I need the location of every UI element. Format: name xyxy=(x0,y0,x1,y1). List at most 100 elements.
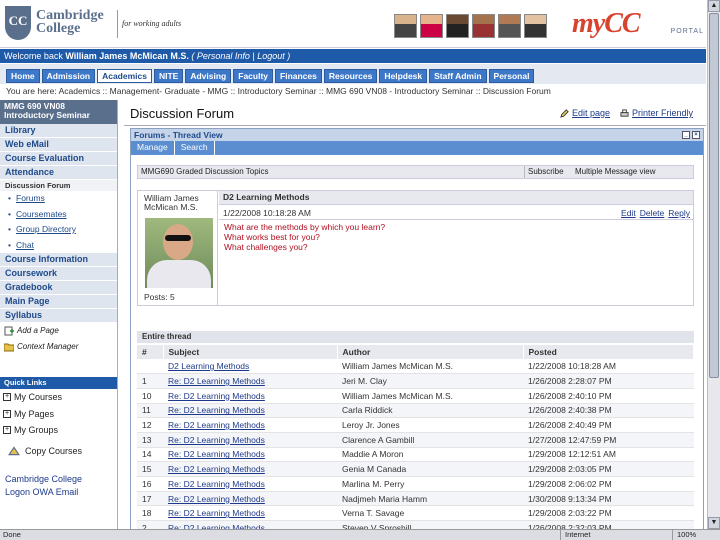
sidebar-sub-label: Chat xyxy=(16,239,34,250)
tab-home[interactable]: Home xyxy=(6,69,40,83)
header-photo xyxy=(420,14,443,38)
table-row[interactable]: 12 Re: D2 Learning Methods Leroy Jr. Jones… xyxy=(137,417,694,433)
tab-finances[interactable]: Finances xyxy=(275,69,322,83)
row-subject[interactable]: Re: D2 Learning Methods xyxy=(163,373,337,389)
quick-link-label: My Groups xyxy=(14,425,59,436)
sidebar-sub-group-directory[interactable]: • Group Directory xyxy=(0,222,117,238)
tab-admission[interactable]: Admission xyxy=(41,69,96,83)
sidebar-sub-label: Forums xyxy=(16,193,45,203)
tab-faculty[interactable]: Faculty xyxy=(233,69,274,83)
sidebar-link-syllabus[interactable]: Syllabus xyxy=(0,309,117,323)
table-row[interactable]: 18 Re: D2 Learning Methods Verna T. Savage… xyxy=(137,505,694,522)
sidebar-link-course-evaluation[interactable]: Course Evaluation xyxy=(0,152,117,166)
subnav-manage[interactable]: Manage xyxy=(131,141,175,155)
sidebar-link-main-page[interactable]: Main Page xyxy=(0,295,117,309)
thread-table: # Subject Author Posted D2 Learning Meth… xyxy=(137,345,694,529)
sidebar-link-coursework[interactable]: Coursework xyxy=(0,267,117,281)
welcome-prefix: Welcome back xyxy=(4,51,63,61)
course-title: MMG 690 VN08 Introductory Seminar xyxy=(0,100,117,124)
expand-plus-icon[interactable]: + xyxy=(3,409,11,418)
add-page-icon xyxy=(4,326,14,336)
post-delete-link[interactable]: Delete xyxy=(640,207,665,219)
post-author-name[interactable]: William James McMican M.S. xyxy=(144,194,216,212)
mycc-portal-logo[interactable]: myCC PORTAL xyxy=(572,8,704,42)
topics-title[interactable]: MMG690 Graded Discussion Topics xyxy=(141,166,268,178)
tab-resources[interactable]: Resources xyxy=(323,69,378,83)
add-page-tool[interactable]: Add a Page xyxy=(0,323,117,339)
panel-minimize-icon[interactable]: _ xyxy=(682,131,690,139)
scroll-up-arrow-icon[interactable]: ▲ xyxy=(708,0,720,12)
sidebar-link-gradebook[interactable]: Gradebook xyxy=(0,281,117,295)
sidebar-sub-coursemates[interactable]: • Coursemates xyxy=(0,207,117,223)
user-name: William James McMican M.S. xyxy=(65,51,189,61)
sidebar-link-course-information[interactable]: Course Information xyxy=(0,253,117,267)
post-edit-link[interactable]: Edit xyxy=(621,207,636,219)
col-subject: Subject xyxy=(163,345,338,359)
zoom-level[interactable]: 100% xyxy=(672,530,696,540)
row-author: Genia M Canada xyxy=(337,461,523,477)
subscribe-link[interactable]: Subscribe xyxy=(524,166,564,178)
scroll-down-arrow-icon[interactable]: ▼ xyxy=(708,517,720,529)
quick-link-my-groups[interactable]: + My Groups xyxy=(0,422,117,439)
breadcrumb[interactable]: You are here: Academics :: Management- G… xyxy=(6,86,551,96)
multiple-message-view-link[interactable]: Multiple Message view xyxy=(575,166,655,178)
row-subject[interactable]: D2 Learning Methods xyxy=(163,359,337,375)
row-posted: 1/29/2008 12:12:51 AM xyxy=(523,447,694,463)
tab-helpdesk[interactable]: Helpdesk xyxy=(379,69,428,83)
edit-page-link[interactable]: Edit page xyxy=(560,108,610,118)
college-logo-text[interactable]: Cambridge College xyxy=(36,9,116,36)
college-logo-shield-icon[interactable]: CC xyxy=(5,6,31,40)
printer-friendly-link[interactable]: Printer Friendly xyxy=(620,108,693,118)
context-manager-tool[interactable]: Context Manager xyxy=(0,339,117,355)
table-row[interactable]: 13 Re: D2 Learning Methods Clarence A Gamb… xyxy=(137,432,694,448)
mycc-logo-text: myCC xyxy=(572,8,641,39)
table-row[interactable]: 16 Re: D2 Learning Methods Marlina M. Perr… xyxy=(137,476,694,492)
row-number: 16 xyxy=(137,476,163,492)
row-subject[interactable]: Re: D2 Learning Methods xyxy=(163,388,337,404)
sidebar-link-web-email[interactable]: Web eMail xyxy=(0,138,117,152)
table-row[interactable]: 15 Re: D2 Learning Methods Genia M Canada 1… xyxy=(137,461,694,477)
row-subject[interactable]: Re: D2 Learning Methods xyxy=(163,417,337,433)
scroll-thumb[interactable] xyxy=(709,13,719,378)
panel-close-icon[interactable]: × xyxy=(692,131,700,139)
row-subject[interactable]: Re: D2 Learning Methods xyxy=(163,432,337,448)
quick-link-my-pages[interactable]: + My Pages xyxy=(0,406,117,423)
quick-link-my-courses[interactable]: + My Courses xyxy=(0,389,117,406)
row-subject[interactable]: Re: D2 Learning Methods xyxy=(163,476,337,492)
row-subject[interactable]: Re: D2 Learning Methods xyxy=(163,491,337,507)
ext-link-owa-email[interactable]: Logon OWA Email xyxy=(0,486,117,499)
tab-personal[interactable]: Personal xyxy=(488,69,535,83)
sidebar-link-library[interactable]: Library xyxy=(0,124,117,138)
main-content: Discussion Forum Edit page Printer Frien… xyxy=(124,100,706,530)
sidebar-sub-forums[interactable]: • Forums xyxy=(0,191,117,207)
tab-nite[interactable]: NITE xyxy=(153,69,184,83)
table-row[interactable]: 14 Re: D2 Learning Methods Maddie A Moron 1… xyxy=(137,447,694,463)
ext-link-cambridge-college[interactable]: Cambridge College xyxy=(0,473,117,486)
row-subject[interactable]: Re: D2 Learning Methods xyxy=(163,505,337,522)
tab-academics[interactable]: Academics xyxy=(97,69,152,83)
row-author: William James McMican M.S. xyxy=(337,359,523,375)
table-row[interactable]: 1 Re: D2 Learning Methods Jeri M. Clay 1/26… xyxy=(137,373,694,389)
tab-staff-admin[interactable]: Staff Admin xyxy=(429,69,487,83)
expand-plus-icon[interactable]: + xyxy=(3,426,11,435)
quick-link-label: Copy Courses xyxy=(25,445,83,456)
quick-link-copy-courses[interactable]: Copy Courses xyxy=(0,439,117,463)
table-row[interactable]: 10 Re: D2 Learning Methods William James M… xyxy=(137,388,694,404)
row-subject[interactable]: Re: D2 Learning Methods xyxy=(163,447,337,463)
table-row[interactable]: D2 Learning Methods William James McMican… xyxy=(137,359,694,375)
table-row[interactable]: 11 Re: D2 Learning Methods Carla Riddick 1/… xyxy=(137,403,694,419)
subnav-search[interactable]: Search xyxy=(175,141,215,155)
table-row[interactable]: 17 Re: D2 Learning Methods Nadjmeh Maria H… xyxy=(137,491,694,507)
row-subject[interactable]: Re: D2 Learning Methods xyxy=(163,461,337,477)
sidebar-link-attendance[interactable]: Attendance xyxy=(0,166,117,180)
account-links[interactable]: ( Personal Info | Logout ) xyxy=(191,51,290,61)
row-posted: 1/29/2008 2:06:02 PM xyxy=(523,476,694,492)
bullet-icon: • xyxy=(8,239,11,250)
post-reply-link[interactable]: Reply xyxy=(668,207,690,219)
sidebar-sub-chat[interactable]: • Chat xyxy=(0,238,117,254)
expand-plus-icon[interactable]: + xyxy=(3,393,11,402)
row-subject[interactable]: Re: D2 Learning Methods xyxy=(163,403,337,419)
page-scrollbar[interactable]: ▲ ▼ xyxy=(707,0,720,529)
tab-advising[interactable]: Advising xyxy=(185,69,232,83)
row-number: 14 xyxy=(137,447,163,463)
